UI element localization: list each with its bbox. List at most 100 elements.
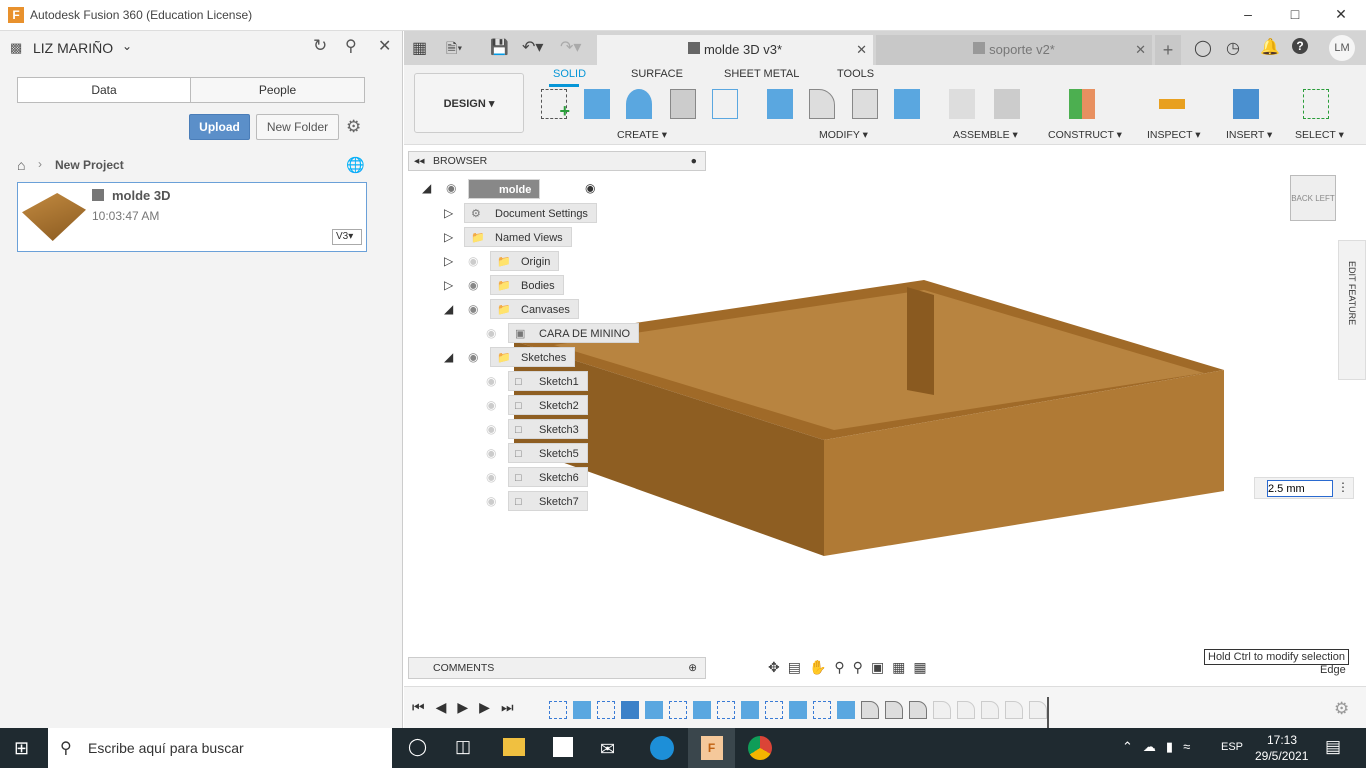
tree-canvas-item[interactable]: ◉ ▣ CARA DE MININO: [422, 323, 722, 347]
go-to-start-icon[interactable]: ⏮: [412, 699, 425, 716]
sketch-icon-item[interactable]: □ Sketch1: [508, 371, 588, 391]
select-menu[interactable]: SELECT ▾: [1295, 129, 1344, 141]
select-icon[interactable]: [1303, 89, 1329, 119]
minimize-browser-icon[interactable]: ●: [691, 152, 697, 170]
eye-icon[interactable]: ◉: [486, 470, 496, 484]
user-name[interactable]: LIZ MARIÑO: [33, 40, 113, 56]
eye-icon[interactable]: ◉: [486, 422, 496, 436]
timeline-fillet-icon[interactable]: [885, 701, 903, 719]
assemble-menu[interactable]: ASSEMBLE ▾: [953, 129, 1018, 141]
timeline-extrude-icon[interactable]: [837, 701, 855, 719]
tree-sketch[interactable]: ◉ □ Sketch5: [422, 443, 722, 467]
viewcube[interactable]: BACK LEFT: [1290, 175, 1336, 221]
new-tab-button[interactable]: +: [1155, 35, 1181, 65]
taskbar-search[interactable]: ⚲ Escribe aquí para buscar: [48, 728, 392, 768]
timeline-marker[interactable]: [1047, 697, 1049, 729]
chrome-icon[interactable]: [748, 736, 772, 760]
tree-sketch[interactable]: ◉ □ Sketch1: [422, 371, 722, 395]
edit-feature-panel[interactable]: EDIT FEATURE: [1338, 240, 1366, 380]
timeline-extrude-icon[interactable]: [789, 701, 807, 719]
mail-icon[interactable]: ✉: [600, 739, 615, 760]
eye-icon[interactable]: ◉: [468, 302, 478, 316]
expand-triangle-icon[interactable]: ▷: [444, 254, 453, 268]
pattern-icon[interactable]: [712, 89, 738, 119]
eye-icon[interactable]: ◉: [468, 278, 478, 292]
orbit-icon[interactable]: ✥: [768, 659, 780, 681]
clock-icon[interactable]: ◷: [1226, 38, 1240, 58]
tab-tools[interactable]: TOOLS: [837, 68, 874, 80]
measure-icon[interactable]: [1159, 99, 1185, 109]
folder-icon-item[interactable]: 📁 Canvases: [490, 299, 579, 319]
search-icon[interactable]: ⚲: [345, 36, 357, 56]
collapse-triangle-icon[interactable]: ◢: [444, 350, 453, 364]
timeline-sketch-icon[interactable]: [597, 701, 615, 719]
display-settings-icon[interactable]: ▣: [871, 659, 884, 681]
create-menu[interactable]: CREATE ▾: [617, 129, 667, 141]
timeline-fillet-suppressed-icon[interactable]: [957, 701, 975, 719]
offset-plane-icon[interactable]: [1069, 89, 1095, 119]
folder-icon-item[interactable]: 📁 Bodies: [490, 275, 564, 295]
clock-date[interactable]: 29/5/2021: [1255, 749, 1308, 763]
timeline-sketch-icon[interactable]: [669, 701, 687, 719]
notification-icon[interactable]: 🔔: [1260, 37, 1280, 57]
chevron-up-icon[interactable]: ⌃: [1122, 739, 1133, 755]
clock-time[interactable]: 17:13: [1267, 733, 1297, 747]
expand-triangle-icon[interactable]: ▷: [444, 230, 453, 244]
fillet-icon[interactable]: [809, 89, 835, 119]
tree-sketch[interactable]: ◉ □ Sketch3: [422, 419, 722, 443]
comments-bar[interactable]: COMMENTS ⊕: [408, 657, 706, 679]
tree-origin[interactable]: ▷ ◉ 📁 Origin: [422, 251, 722, 275]
folder-icon-item[interactable]: 📁 Origin: [490, 251, 560, 271]
eye-icon[interactable]: ◉: [486, 446, 496, 460]
timeline-extrude-icon[interactable]: [741, 701, 759, 719]
press-pull-icon[interactable]: [767, 89, 793, 119]
task-view-icon[interactable]: ◫: [455, 737, 471, 757]
folder-icon-item[interactable]: 📁 Named Views: [464, 227, 572, 247]
dimension-input[interactable]: [1267, 480, 1333, 497]
go-to-end-icon[interactable]: ⏭: [501, 699, 514, 716]
file-menu-icon[interactable]: 🗎▾: [446, 38, 462, 62]
timeline-settings-icon[interactable]: ⚙: [1334, 699, 1349, 719]
expand-triangle-icon[interactable]: ▷: [444, 206, 453, 220]
tab-sheet-metal[interactable]: SHEET METAL: [724, 68, 799, 80]
gear-icon-item[interactable]: ⚙ Document Settings: [464, 203, 597, 223]
sketch-icon-item[interactable]: □ Sketch5: [508, 443, 588, 463]
eye-icon[interactable]: ◉: [486, 374, 496, 388]
apps-grid-icon[interactable]: ▦: [412, 38, 427, 58]
file-card[interactable]: molde 3D 10:03:47 AM V3▾: [17, 182, 367, 252]
eye-icon[interactable]: ◉: [446, 181, 456, 195]
eye-icon[interactable]: ◉: [486, 398, 496, 412]
refresh-icon[interactable]: ↻: [313, 36, 327, 56]
chevron-down-icon[interactable]: ⌄: [122, 39, 132, 53]
cortana-icon[interactable]: ◯: [408, 737, 427, 757]
breadcrumb-project[interactable]: New Project: [55, 158, 124, 172]
close-panel-icon[interactable]: ✕: [378, 36, 391, 56]
sketch-icon-item[interactable]: □ Sketch7: [508, 491, 588, 511]
save-icon[interactable]: 💾: [490, 38, 509, 56]
joint-icon[interactable]: [994, 89, 1020, 119]
sketch-icon-item[interactable]: □ Sketch6: [508, 467, 588, 487]
grid-icon[interactable]: ▦: [892, 659, 905, 681]
gear-icon[interactable]: ⚙: [346, 117, 361, 137]
job-status-icon[interactable]: ◯: [1194, 38, 1212, 58]
tab-solid[interactable]: SOLID: [553, 68, 586, 80]
new-folder-button[interactable]: New Folder: [256, 114, 339, 140]
extrude-icon[interactable]: [584, 89, 610, 119]
collapse-triangle-icon[interactable]: ◢: [444, 302, 453, 316]
tree-named-views[interactable]: ▷ 📁 Named Views: [422, 227, 722, 251]
sketch-icon-item[interactable]: □ Sketch3: [508, 419, 588, 439]
fit-icon[interactable]: ⚲: [853, 659, 863, 681]
help-icon[interactable]: ?: [1292, 38, 1308, 54]
inspect-menu[interactable]: INSPECT ▾: [1147, 129, 1201, 141]
tab-molde-3d[interactable]: molde 3D v3* ✕: [597, 35, 873, 65]
avatar[interactable]: LM: [1329, 35, 1355, 61]
system-tray[interactable]: ⌃ ☁ ▮ ≈: [1122, 739, 1190, 755]
tree-sketch[interactable]: ◉ □ Sketch2: [422, 395, 722, 419]
timeline-extrude-icon[interactable]: [693, 701, 711, 719]
fusion-taskbar-icon[interactable]: F: [688, 728, 735, 768]
eye-icon[interactable]: ◉: [468, 254, 478, 268]
minimize-button[interactable]: –: [1238, 6, 1258, 22]
notifications-icon[interactable]: ▤: [1325, 737, 1341, 757]
timeline-fillet-suppressed-icon[interactable]: [933, 701, 951, 719]
collapse-icon[interactable]: ◂◂: [414, 152, 425, 170]
